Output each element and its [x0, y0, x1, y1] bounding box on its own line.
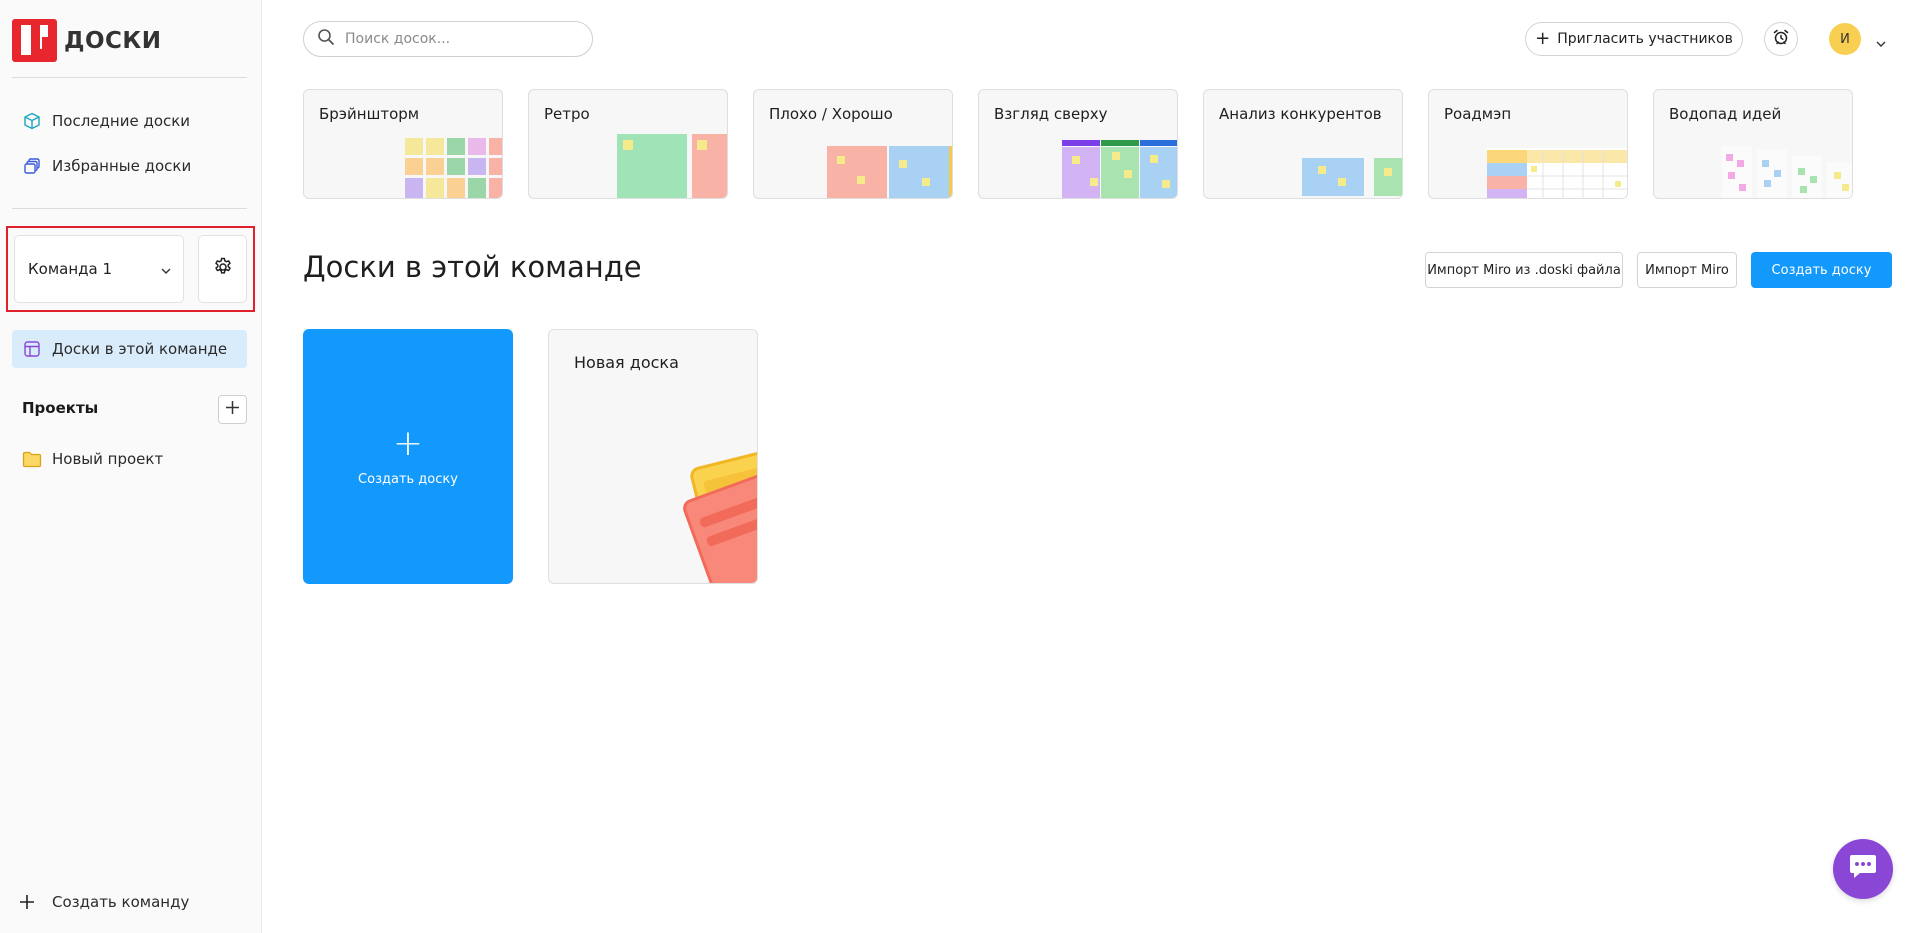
create-team-button[interactable]: Создать команду: [18, 893, 189, 911]
template-preview: [405, 138, 502, 198]
template-title: Плохо / Хорошо: [769, 105, 893, 123]
plus-icon: [225, 400, 240, 419]
template-card-roadmap[interactable]: Роадмэп: [1428, 89, 1628, 199]
plus-icon: [18, 893, 36, 911]
plus-icon: +: [392, 423, 424, 464]
sidebar-item-favorite-boards[interactable]: Избранные доски: [12, 147, 247, 185]
sidebar-item-label: Избранные доски: [52, 157, 192, 175]
template-preview: [827, 146, 952, 198]
sidebar-item-recent-boards[interactable]: Последние доски: [12, 102, 247, 140]
template-card-top-view[interactable]: Взгляд сверху: [978, 89, 1178, 199]
logo-mark-icon: [12, 19, 57, 62]
gear-icon: [213, 257, 233, 281]
chevron-down-icon: [161, 260, 171, 278]
template-preview: [1302, 158, 1402, 196]
import-miro-button[interactable]: Импорт Miro: [1637, 252, 1737, 288]
sidebar-item-label: Последние доски: [52, 112, 191, 130]
section-title: Доски в этой команде: [303, 250, 642, 284]
logo-text: ДОСКИ: [64, 27, 162, 54]
create-team-label: Создать команду: [52, 893, 190, 911]
template-title: Роадмэп: [1444, 105, 1512, 123]
create-board-card[interactable]: + Создать доску: [303, 329, 513, 584]
template-card-bad-good[interactable]: Плохо / Хорошо: [753, 89, 953, 199]
app-logo[interactable]: ДОСКИ: [12, 19, 161, 62]
import-doski-button[interactable]: Импорт Miro из .doski файла: [1425, 252, 1623, 288]
board-card[interactable]: Новая доска: [548, 329, 758, 584]
template-title: Брэйншторм: [319, 105, 420, 123]
team-selector-highlight: Команда 1: [6, 226, 255, 312]
invite-members-button[interactable]: + Пригласить участников: [1525, 22, 1743, 56]
create-board-button[interactable]: Создать доску: [1751, 252, 1892, 288]
team-select-value: Команда 1: [28, 260, 113, 278]
board-layout-icon: [22, 339, 42, 359]
template-title: Анализ конкурентов: [1219, 105, 1382, 123]
template-card-competitor-analysis[interactable]: Анализ конкурентов: [1203, 89, 1403, 199]
team-settings-button[interactable]: [198, 235, 247, 303]
sidebar-item-label: Доски в этой команде: [52, 340, 228, 358]
template-preview: [1062, 140, 1177, 198]
search-box[interactable]: [303, 21, 593, 57]
template-title: Водопад идей: [1669, 105, 1782, 123]
template-card-brainstorm[interactable]: Брэйншторм: [303, 89, 503, 199]
invite-members-label: Пригласить участников: [1557, 31, 1733, 47]
notifications-button[interactable]: [1764, 22, 1798, 56]
template-preview: [1722, 146, 1852, 198]
user-avatar[interactable]: И: [1829, 23, 1861, 55]
template-preview: [617, 134, 727, 198]
chat-icon: [1848, 853, 1878, 885]
sidebar-divider: [12, 77, 247, 78]
board-name: Новая доска: [574, 353, 679, 372]
sidebar-item-label: Новый проект: [52, 450, 164, 468]
plus-icon: +: [1535, 28, 1551, 49]
sidebar-item-project[interactable]: Новый проект: [12, 440, 247, 478]
template-title: Взгляд сверху: [994, 105, 1108, 123]
alarm-clock-icon: [1772, 28, 1790, 50]
stacked-boards-icon: [22, 156, 42, 176]
sidebar-item-team-boards[interactable]: Доски в этой команде: [12, 330, 247, 368]
board-preview: [683, 448, 757, 583]
chat-support-button[interactable]: [1833, 839, 1893, 899]
add-project-button[interactable]: [218, 395, 247, 424]
search-icon: [317, 28, 335, 50]
projects-title: Проекты: [22, 399, 99, 417]
chevron-down-icon[interactable]: [1876, 32, 1886, 51]
template-preview: [1487, 148, 1627, 198]
create-board-card-label: Создать доску: [358, 472, 458, 487]
sidebar-divider: [12, 208, 247, 209]
team-select[interactable]: Команда 1: [14, 235, 184, 303]
template-card-retro[interactable]: Ретро: [528, 89, 728, 199]
template-title: Ретро: [544, 105, 590, 123]
folder-icon: [22, 449, 42, 469]
sidebar: ДОСКИ Последние доски Избранные доски Ко…: [0, 0, 262, 933]
cube-icon: [22, 111, 42, 131]
search-input[interactable]: [345, 31, 575, 47]
template-card-idea-waterfall[interactable]: Водопад идей: [1653, 89, 1853, 199]
